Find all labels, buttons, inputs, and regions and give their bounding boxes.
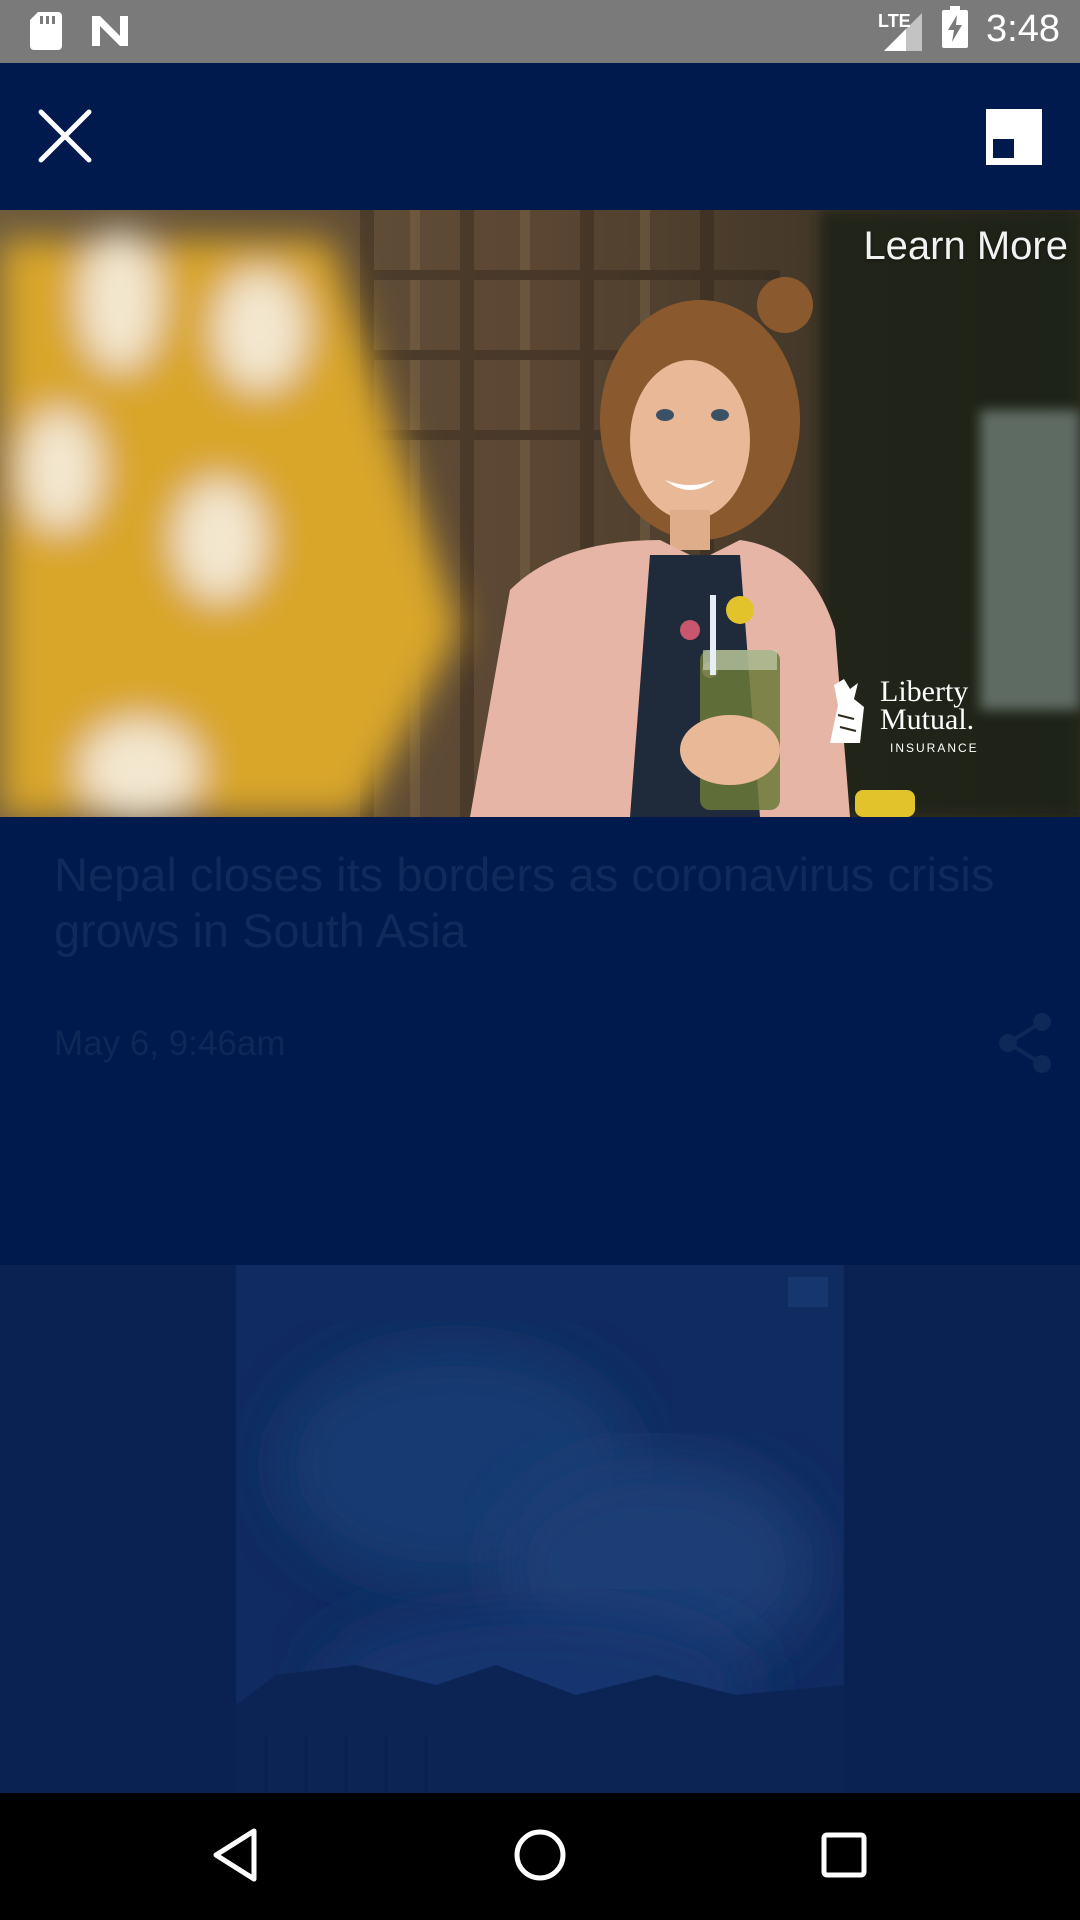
close-icon <box>38 109 92 163</box>
article-headline: Nepal closes its borders as coronavirus … <box>54 848 995 957</box>
n-logo-icon <box>90 14 130 53</box>
article-section: Nepal closes its borders as coronavirus … <box>0 817 1080 1265</box>
video-player[interactable]: Learn More Liberty Mutual. INSURANCE <box>0 210 1080 817</box>
status-bar: LTE 3:48 <box>0 0 1080 63</box>
liberty-statue-icon <box>830 679 864 743</box>
home-icon <box>514 1829 566 1881</box>
picture-in-picture-icon <box>986 109 1042 165</box>
article-image-area <box>0 1265 1080 1793</box>
article-timestamp: May 6, 9:46am <box>54 1024 286 1063</box>
back-icon <box>213 1828 257 1882</box>
ad-brand-line3: INSURANCE <box>890 741 979 755</box>
ad-brand-logo: Liberty Mutual. INSURANCE <box>824 675 977 770</box>
share-button[interactable] <box>998 1012 1054 1074</box>
header <box>0 63 1080 210</box>
back-button[interactable] <box>206 1825 266 1885</box>
close-button[interactable] <box>36 107 94 165</box>
article-image <box>236 1265 844 1793</box>
system-nav-bar <box>0 1793 1080 1920</box>
home-button[interactable] <box>510 1825 570 1885</box>
battery-charging-icon <box>942 6 969 53</box>
sd-card-icon <box>30 12 62 55</box>
learn-more-link[interactable]: Learn More <box>863 224 1068 269</box>
recents-icon <box>821 1832 867 1878</box>
status-time: 3:48 <box>986 8 1060 50</box>
share-icon <box>999 1013 1051 1073</box>
picture-in-picture-button[interactable] <box>986 109 1042 165</box>
ad-brand-line2: Mutual. <box>880 703 975 736</box>
signal-icon: LTE <box>878 7 924 53</box>
recents-button[interactable] <box>814 1825 874 1885</box>
